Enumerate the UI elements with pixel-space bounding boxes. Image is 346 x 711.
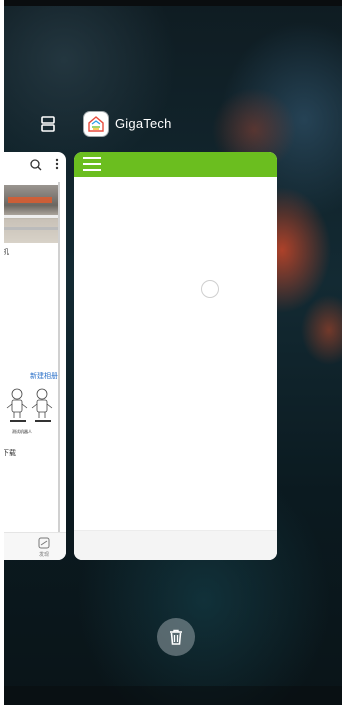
download-label: 下载 [4, 450, 16, 457]
discover-label: 发现 [39, 552, 50, 558]
new-album-link[interactable]: 新建相册 [30, 371, 58, 381]
clear-all-button[interactable] [157, 618, 195, 656]
status-bar [4, 0, 342, 6]
app-bar [74, 152, 277, 177]
left-bottom-nav: 发现 [4, 532, 66, 560]
recent-app-card-left[interactable]: 机 新建相册 测试机器人 下载 发现 [4, 152, 66, 560]
trash-icon [170, 629, 182, 645]
left-card-toolbar [4, 152, 66, 176]
navigation-bar [4, 686, 342, 705]
label-ji: 机 [4, 249, 9, 256]
discover-icon[interactable] [38, 537, 50, 549]
recent-app-card-main[interactable] [74, 152, 277, 560]
app-bottom-bar [74, 530, 277, 560]
hamburger-menu-icon[interactable] [83, 157, 101, 171]
robot-caption: 测试机器人 [12, 429, 32, 434]
loading-spinner-icon [201, 280, 219, 298]
gigatech-app-icon[interactable] [84, 112, 108, 136]
recents-screen: GigaTech 机 新建相册 测试机器人 下载 发现 [4, 0, 342, 705]
robot-thumbnail-image[interactable] [4, 386, 58, 426]
app-title: GigaTech [115, 116, 172, 131]
scrollbar[interactable] [58, 182, 60, 552]
home-icon [88, 116, 104, 132]
thumbnail-image[interactable] [4, 185, 58, 243]
more-vertical-icon[interactable] [54, 157, 60, 171]
split-screen-icon[interactable] [41, 116, 55, 132]
